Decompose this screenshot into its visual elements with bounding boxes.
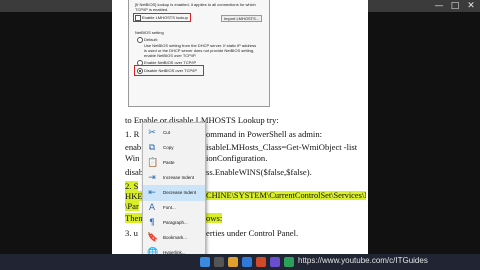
left-margin xyxy=(0,12,112,254)
highlighted-line: \Par xyxy=(125,201,139,211)
cut-icon: ✂ xyxy=(148,128,156,138)
netbios-setting-label: NetBIOS setting xyxy=(135,30,164,35)
maximize-button[interactable]: □ xyxy=(448,1,462,11)
doc-line: ommand in PowerShell as admin: xyxy=(206,129,323,139)
doc-line: 3. u xyxy=(125,228,138,238)
doc-line: disab xyxy=(125,167,144,177)
right-margin xyxy=(368,12,480,254)
increase-indent-icon: ⇥ xyxy=(148,173,156,183)
copy-icon: ⧉ xyxy=(148,143,156,153)
import-lmhosts-button: Import LMHOSTS... xyxy=(221,15,263,22)
dialog-text: TCP/IP is enabled. xyxy=(135,7,169,12)
menu-item-cut[interactable]: ✂ Cut xyxy=(143,125,205,141)
watermark: https://www.youtube.com/c/ITGuides xyxy=(298,256,428,265)
font-icon: A xyxy=(148,203,156,213)
menu-item-copy[interactable]: ⧉ Copy xyxy=(143,140,205,156)
context-menu: ✂ Cut ⧉ Copy 📋 Paste ⇥ Increase Indent ⇤… xyxy=(142,122,206,262)
bookmark-icon: 🔖 xyxy=(147,233,159,243)
default-desc: enable NetBIOS over TCP/IP. xyxy=(144,53,197,58)
decrease-indent-icon: ⇤ xyxy=(148,188,156,198)
paste-icon: 📋 xyxy=(147,158,159,168)
red-highlight-box xyxy=(133,13,191,22)
search-icon[interactable] xyxy=(214,257,224,267)
menu-item-paragraph[interactable]: ¶ Paragraph... xyxy=(143,215,205,231)
doc-line: 1. R xyxy=(125,129,140,139)
menu-item-bookmark[interactable]: 🔖 Bookmark... xyxy=(143,230,205,246)
highlighted-line: 2. S xyxy=(125,181,139,191)
doc-line: enab xyxy=(125,142,142,152)
doc-line: Win xyxy=(125,153,140,163)
close-button[interactable]: ✕ xyxy=(464,1,478,11)
registry-path: CHINE\SYSTEM\CurrentControlSet\Services\… xyxy=(206,191,366,200)
default-radio xyxy=(137,37,143,43)
app-icon[interactable] xyxy=(284,257,294,267)
minimize-button[interactable]: — xyxy=(432,1,446,11)
file-explorer-icon[interactable] xyxy=(228,257,238,267)
menu-item-font[interactable]: A Font... xyxy=(143,200,205,216)
embedded-dialog-screenshot: [If NetBIOS] lookup is enabled, it appli… xyxy=(128,0,270,107)
browser-icon[interactable] xyxy=(256,257,266,267)
menu-item-increase-indent[interactable]: ⇥ Increase Indent xyxy=(143,170,205,186)
highlighted-line: HKE xyxy=(125,191,143,201)
red-highlight-box xyxy=(134,65,204,76)
app-icon[interactable] xyxy=(270,257,280,267)
start-icon[interactable] xyxy=(200,257,210,267)
highlighted-line: Then xyxy=(125,213,143,223)
paragraph-icon: ¶ xyxy=(149,218,155,228)
doc-line: erties under Control Panel. xyxy=(206,228,299,238)
menu-item-paste[interactable]: 📋 Paste xyxy=(143,155,205,171)
highlighted-line: ows: xyxy=(206,213,223,223)
menu-item-decrease-indent[interactable]: ⇤ Decrease Indent xyxy=(143,185,205,201)
doc-line: ss.EnableWINS($false,$false). xyxy=(206,167,312,177)
word-icon[interactable] xyxy=(242,257,252,267)
doc-line: ionConfiguration. xyxy=(206,153,268,163)
default-label: Default: xyxy=(144,37,158,42)
doc-line: isableLMHosts_Class=Get-WmiObject -list xyxy=(206,142,358,152)
